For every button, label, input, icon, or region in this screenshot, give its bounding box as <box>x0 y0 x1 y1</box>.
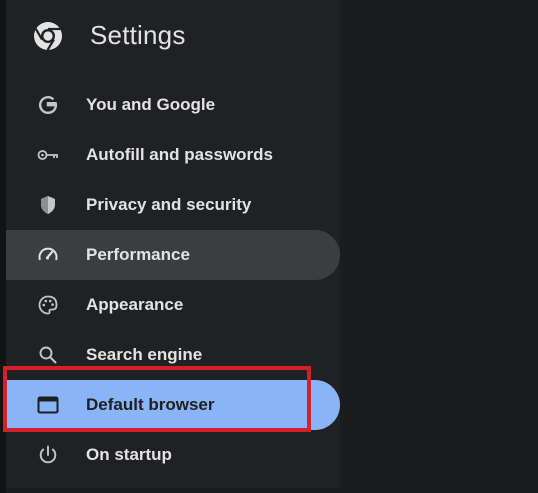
sidebar-item-autofill[interactable]: Autofill and passwords <box>6 130 340 180</box>
sidebar-item-label: Privacy and security <box>86 195 252 214</box>
sidebar-item-you-and-google[interactable]: You and Google <box>6 80 340 130</box>
bottom-edge <box>6 488 538 493</box>
shield-icon <box>36 193 60 217</box>
palette-icon <box>36 293 60 317</box>
power-icon <box>36 443 60 467</box>
sidebar-item-label: Default browser <box>86 395 215 414</box>
sidebar-item-appearance[interactable]: Appearance <box>6 280 340 330</box>
browser-window-icon <box>36 393 60 417</box>
sidebar-item-privacy[interactable]: Privacy and security <box>6 180 340 230</box>
sidebar-item-label: Autofill and passwords <box>86 145 274 164</box>
search-icon <box>36 343 60 367</box>
sidebar-item-label: Performance <box>86 245 190 264</box>
content-area-edge <box>340 0 538 493</box>
speedometer-icon <box>36 243 60 267</box>
chrome-logo-icon <box>32 20 64 52</box>
google-g-icon <box>36 93 60 117</box>
sidebar-item-label: You and Google <box>86 95 216 114</box>
settings-header: Settings <box>6 0 340 76</box>
sidebar-item-label: Appearance <box>86 295 184 314</box>
sidebar-item-label: On startup <box>86 445 172 464</box>
settings-sidebar: You and Google Autofill and passwords Pr… <box>6 80 340 480</box>
page-title: Settings <box>90 20 186 50</box>
sidebar-item-search-engine[interactable]: Search engine <box>6 330 340 380</box>
sidebar-item-label: Search engine <box>86 345 203 364</box>
settings-window: Settings You and Google Autofill and pas… <box>0 0 538 493</box>
sidebar-item-performance[interactable]: Performance <box>6 230 340 280</box>
sidebar-item-on-startup[interactable]: On startup <box>6 430 340 480</box>
sidebar-item-default-browser[interactable]: Default browser <box>6 380 340 430</box>
key-icon <box>36 143 60 167</box>
